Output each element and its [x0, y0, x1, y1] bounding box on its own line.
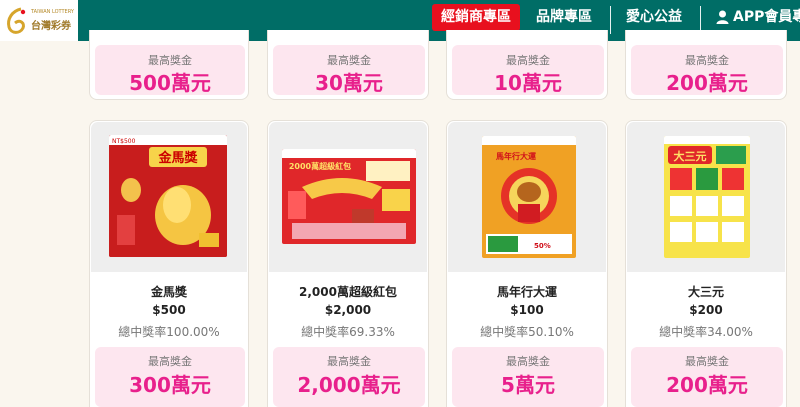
- ticket-image-area: 2000萬超級紅包: [269, 122, 427, 272]
- max-prize-box: 最高獎金 200萬元: [631, 347, 783, 407]
- max-prize-value: 300萬元: [129, 373, 211, 397]
- ticket-image-area: 馬年行大運 50%: [448, 122, 606, 272]
- game-name: 2,000萬超級紅包: [299, 285, 397, 299]
- game-card[interactable]: 最高獎金 500萬元: [89, 30, 249, 100]
- ticket-image: 馬年行大運 50%: [482, 136, 576, 258]
- ticket-badge: 50%: [534, 242, 551, 250]
- max-prize-box: 最高獎金 2,000萬元: [273, 347, 425, 407]
- game-odds: 總中獎率100.00%: [118, 325, 220, 339]
- game-price: $200: [689, 303, 723, 317]
- game-odds: 總中獎率50.10%: [480, 325, 574, 339]
- nav-app-member-label: APP會員專區: [733, 9, 800, 25]
- game-odds: 總中獎率69.33%: [301, 325, 395, 339]
- max-prize-value: 500萬元: [129, 71, 211, 95]
- taiwan-lottery-logo[interactable]: TAIWAN LOTTERY 台灣彩券: [0, 0, 78, 41]
- nav-divider: [610, 6, 611, 34]
- max-prize-label: 最高獎金: [506, 54, 550, 67]
- game-name: 馬年行大運: [496, 285, 557, 299]
- max-prize-box: 最高獎金 300萬元: [95, 347, 245, 407]
- max-prize-value: 200萬元: [666, 71, 748, 95]
- ticket-image: NT$500 金馬獎: [109, 135, 227, 257]
- ticket-image-area: 大三元: [627, 122, 785, 272]
- max-prize-value: 2,000萬元: [297, 373, 401, 397]
- game-price: $100: [510, 303, 544, 317]
- ticket-title: 金馬獎: [157, 150, 198, 166]
- game-price: $2,000: [324, 303, 372, 317]
- max-prize-value: 5萬元: [501, 373, 555, 397]
- max-prize-label: 最高獎金: [327, 355, 371, 368]
- max-prize-value: 10萬元: [494, 71, 562, 95]
- ticket-title: 馬年行大運: [496, 151, 536, 161]
- game-name: 大三元: [687, 285, 724, 299]
- max-prize-box: 最高獎金 30萬元: [273, 45, 425, 95]
- game-card-horse-year-fortune[interactable]: 馬年行大運 50% 馬年行大運 $100 總中獎率50.10% 最高獎金 5萬元: [446, 120, 608, 407]
- max-prize-label: 最高獎金: [685, 355, 729, 368]
- logo-tagline: TAIWAN LOTTERY: [31, 9, 74, 15]
- user-icon: [716, 10, 729, 24]
- max-prize-label: 最高獎金: [148, 355, 192, 368]
- max-prize-box: 最高獎金 5萬元: [452, 347, 604, 407]
- ticket-code: NT$500: [112, 138, 136, 145]
- max-prize-value: 30萬元: [315, 71, 383, 95]
- max-prize-label: 最高獎金: [327, 54, 371, 67]
- max-prize-box: 最高獎金 500萬元: [95, 45, 245, 95]
- game-card[interactable]: 最高獎金 10萬元: [446, 30, 608, 100]
- game-card-super-red-envelope[interactable]: 2000萬超級紅包 2,000萬超級紅包 $2,000 總中獎率69.33% 最…: [267, 120, 429, 407]
- max-prize-box: 最高獎金 200萬元: [631, 45, 783, 95]
- ticket-image: 大三元: [664, 136, 750, 258]
- ticket-image-area: NT$500 金馬獎: [91, 122, 247, 272]
- game-card-golden-horse[interactable]: NT$500 金馬獎 金馬獎 $500 總中獎率100.00% 最高獎金 300…: [89, 120, 249, 407]
- ticket-title: 2000萬超級紅包: [289, 161, 351, 171]
- logo-text: 台灣彩券: [31, 21, 71, 32]
- lottery-logo-icon: [7, 7, 26, 34]
- max-prize-label: 最高獎金: [148, 54, 192, 67]
- nav-dealer-zone[interactable]: 經銷商專區: [432, 4, 520, 31]
- max-prize-box: 最高獎金 10萬元: [452, 45, 604, 95]
- game-odds: 總中獎率34.00%: [659, 325, 753, 339]
- game-price: $500: [152, 303, 186, 317]
- game-card[interactable]: 最高獎金 200萬元: [625, 30, 787, 100]
- game-card[interactable]: 最高獎金 30萬元: [267, 30, 429, 100]
- ticket-title: 大三元: [674, 149, 707, 163]
- ticket-image: 2000萬超級紅包: [282, 149, 416, 244]
- max-prize-label: 最高獎金: [685, 54, 729, 67]
- max-prize-label: 最高獎金: [506, 355, 550, 368]
- max-prize-value: 200萬元: [666, 373, 748, 397]
- game-card-big-three[interactable]: 大三元 大三元 $200 總中獎率34.00% 最高獎金 200萬元: [625, 120, 787, 407]
- game-name: 金馬獎: [150, 285, 187, 299]
